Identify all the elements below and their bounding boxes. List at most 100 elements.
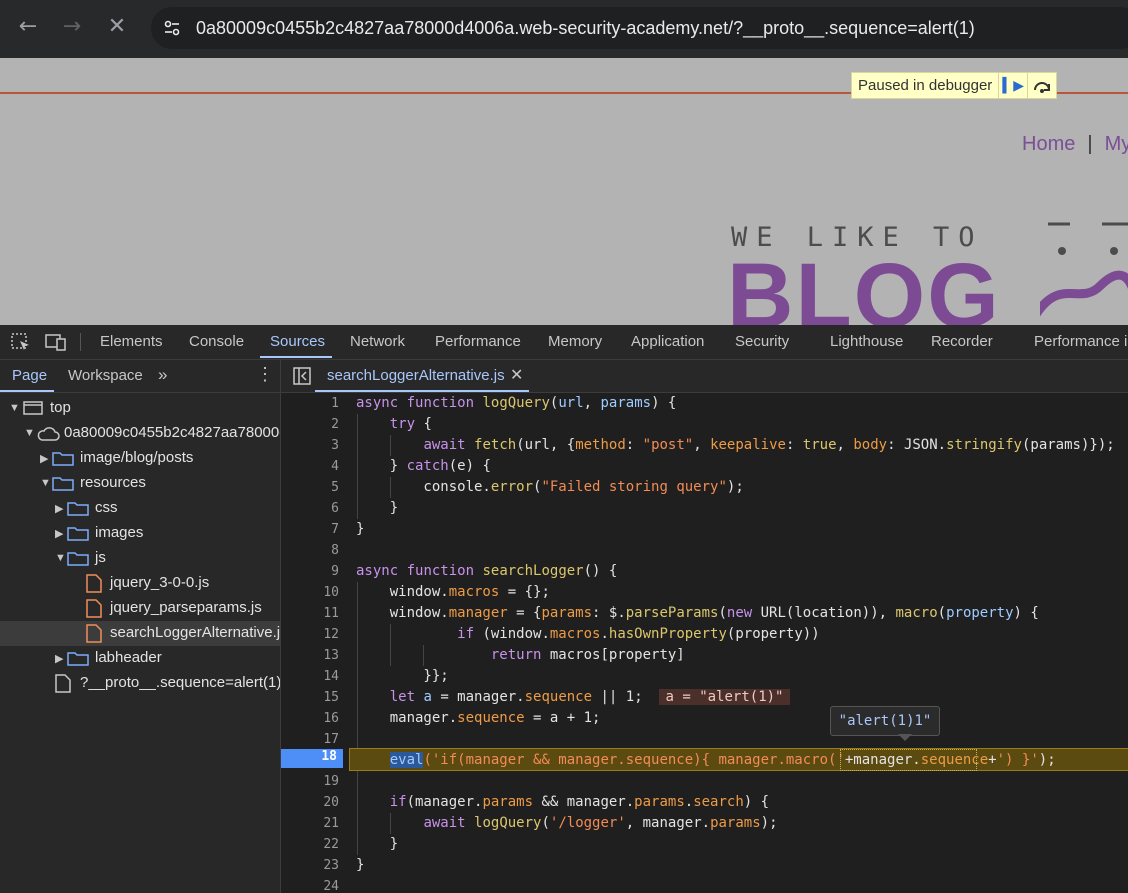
nav-separator: |: [1087, 133, 1093, 155]
more-tabs-chevron-icon[interactable]: »: [158, 365, 167, 385]
line-number-gutter: 1 2 3 4 5 6 7 8 9 10 11 12 13 14 15 16 1…: [281, 393, 339, 893]
tab-performance[interactable]: Performance: [435, 333, 521, 350]
breakpoint-line-number: 18: [321, 749, 337, 764]
paused-label: Paused in debugger: [858, 77, 993, 94]
tree-label: ?__proto__.sequence=alert(1): [80, 674, 281, 691]
nav-home-link[interactable]: Home: [1022, 133, 1075, 155]
tree-item-document[interactable]: ?__proto__.sequence=alert(1): [0, 671, 280, 696]
line-number[interactable]: 10: [281, 582, 339, 603]
tab-memory[interactable]: Memory: [548, 333, 602, 350]
line-number[interactable]: 13: [281, 645, 339, 666]
expanded-triangle-icon: ▼: [40, 477, 51, 489]
tab-performance-insights[interactable]: Performance in: [1034, 333, 1128, 350]
tree-item-file-jquery[interactable]: jquery_3-0-0.js: [0, 571, 280, 596]
navigator-tab-page[interactable]: Page: [12, 367, 47, 384]
line-number[interactable]: 17: [281, 729, 339, 750]
cloud-icon: [37, 427, 60, 441]
code-line: }: [356, 500, 399, 516]
line-number[interactable]: 16: [281, 708, 339, 729]
line-number[interactable]: 11: [281, 603, 339, 624]
tab-console[interactable]: Console: [189, 333, 244, 350]
code-line: window.manager = {params: $.parseParams(…: [356, 605, 1039, 621]
tab-application[interactable]: Application: [631, 333, 704, 350]
navigator-tabs: Page Workspace » ⋮: [0, 360, 280, 393]
tree-item-folder-labheader[interactable]: ▶ labheader: [0, 646, 280, 671]
tree-label: css: [95, 499, 118, 516]
line-number[interactable]: 21: [281, 813, 339, 834]
tab-security[interactable]: Security: [735, 333, 789, 350]
line-number[interactable]: 3: [281, 435, 339, 456]
line-number[interactable]: 20: [281, 792, 339, 813]
tree-item-folder-js[interactable]: ▼ js: [0, 546, 280, 571]
tab-network[interactable]: Network: [350, 333, 405, 350]
forward-arrow-icon[interactable]: →: [60, 14, 84, 39]
browser-toolbar: ← → ✕ 0a80009c0455b2c4827aa78000d4006a.w…: [0, 0, 1128, 58]
code-line: window.macros = {};: [356, 584, 550, 600]
toolbar-divider: [80, 333, 81, 351]
tab-recorder[interactable]: Recorder: [931, 333, 993, 350]
folder-icon: [67, 527, 89, 541]
code-line: console.error("Failed storing query");: [356, 479, 744, 495]
tree-item-file-jquery-parseparams[interactable]: jquery_parseparams.js: [0, 596, 280, 621]
js-file-icon: [86, 599, 102, 618]
line-number[interactable]: 24: [281, 876, 339, 893]
line-number[interactable]: 23: [281, 855, 339, 876]
code-line: return macros[property]: [490, 647, 685, 663]
line-number[interactable]: 22: [281, 834, 339, 855]
code-line: async function searchLogger() {: [356, 563, 618, 579]
paused-in-debugger-banner: Paused in debugger ▍▶: [851, 72, 1058, 99]
resume-icon[interactable]: ▍▶: [998, 73, 1027, 98]
device-toolbar-icon[interactable]: [45, 333, 67, 351]
blog-logo-text: BLOG: [727, 245, 1001, 325]
folder-icon: [52, 452, 74, 466]
tree-item-folder-resources[interactable]: ▼ resources: [0, 471, 280, 496]
line-number[interactable]: 7: [281, 519, 339, 540]
line-number[interactable]: 15: [281, 687, 339, 708]
active-tab-indicator: [260, 356, 332, 358]
frame-icon: [23, 401, 43, 415]
step-over-icon[interactable]: [1027, 73, 1056, 98]
collapsed-triangle-icon: ▶: [55, 503, 64, 515]
code-line: async function logQuery(url, params) {: [356, 395, 677, 411]
tree-item-domain[interactable]: ▼ 0a80009c0455b2c4827aa78000d: [0, 421, 280, 446]
stop-loading-icon[interactable]: ✕: [105, 14, 129, 39]
line-number[interactable]: 4: [281, 456, 339, 477]
more-options-icon[interactable]: ⋮: [256, 364, 274, 385]
line-number[interactable]: 6: [281, 498, 339, 519]
tree-item-file-searchlogger-selected[interactable]: searchLoggerAlternative.js: [0, 621, 280, 646]
expanded-triangle-icon: ▼: [55, 552, 66, 564]
tab-elements[interactable]: Elements: [100, 333, 163, 350]
tab-lighthouse[interactable]: Lighthouse: [830, 333, 903, 350]
line-number[interactable]: 8: [281, 540, 339, 561]
blog-face-logo-icon: [1040, 222, 1128, 317]
inspect-element-icon[interactable]: [11, 333, 31, 351]
toggle-navigator-icon[interactable]: [293, 367, 311, 385]
url-text[interactable]: 0a80009c0455b2c4827aa78000d4006a.web-sec…: [196, 18, 975, 39]
line-number[interactable]: 12: [281, 624, 339, 645]
line-number[interactable]: 5: [281, 477, 339, 498]
collapsed-triangle-icon: ▶: [55, 528, 64, 540]
line-number[interactable]: 2: [281, 414, 339, 435]
file-tab-indicator: [315, 390, 529, 392]
tree-item-folder-css[interactable]: ▶ css: [0, 496, 280, 521]
page-viewport: Paused in debugger ▍▶ Home | My WE LIKE TO…: [0, 58, 1128, 325]
folder-icon: [67, 552, 89, 566]
tree-item-folder-images[interactable]: ▶ images: [0, 521, 280, 546]
file-tab-label[interactable]: searchLoggerAlternative.js: [327, 367, 505, 384]
tree-item-top[interactable]: ▼ top: [0, 396, 280, 421]
tooltip-arrow: [898, 734, 912, 741]
close-tab-icon[interactable]: ✕: [510, 365, 523, 384]
tree-label: image/blog/posts: [80, 449, 194, 466]
site-settings-icon[interactable]: [163, 19, 181, 37]
breakpoint-marker[interactable]: 18: [281, 749, 343, 768]
nav-my-account-link[interactable]: My: [1105, 133, 1128, 155]
tree-label: js: [95, 549, 106, 566]
line-number[interactable]: 14: [281, 666, 339, 687]
line-number[interactable]: 9: [281, 561, 339, 582]
navigator-tab-workspace[interactable]: Workspace: [68, 367, 143, 384]
back-arrow-icon[interactable]: ←: [16, 14, 40, 39]
line-number[interactable]: 19: [281, 771, 339, 792]
tree-item-folder-image-blog-posts[interactable]: ▶ image/blog/posts: [0, 446, 280, 471]
tab-sources[interactable]: Sources: [270, 333, 325, 350]
line-number[interactable]: 1: [281, 393, 339, 414]
